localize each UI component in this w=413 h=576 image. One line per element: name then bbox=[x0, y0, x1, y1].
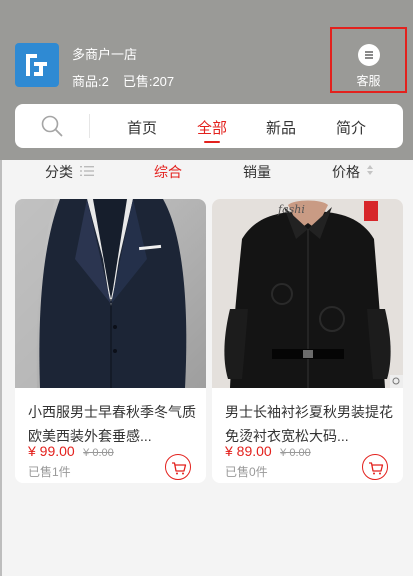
sold-count: 已售:207 bbox=[122, 74, 175, 89]
tab-all[interactable]: 全部 bbox=[197, 117, 227, 138]
original-price: ¥ 0.00 bbox=[83, 447, 114, 459]
active-tab-indicator bbox=[204, 141, 220, 143]
sort-arrows-icon bbox=[367, 165, 373, 175]
add-to-cart-button[interactable] bbox=[362, 454, 388, 480]
original-price: ¥ 0.00 bbox=[280, 447, 311, 459]
chat-icon bbox=[357, 44, 380, 66]
product-price: ¥ 89.00 bbox=[225, 443, 272, 459]
customer-service-button[interactable]: 客服 bbox=[330, 27, 407, 93]
nav-divider bbox=[89, 114, 90, 138]
svg-text:fashi: fashi bbox=[277, 203, 305, 216]
product-title: 男士长袖衬衫夏秋男装提花免烫衬衣宽松大码... bbox=[225, 404, 393, 444]
filter-comprehensive[interactable]: 综合 bbox=[154, 162, 182, 182]
shop-stats: 商品:2 已售:207 bbox=[72, 71, 174, 90]
price-row: ¥ 89.00 ¥ 0.00 bbox=[225, 443, 311, 461]
list-view-icon[interactable] bbox=[80, 165, 94, 177]
shop-name: 多商户一店 bbox=[72, 47, 138, 62]
product-image-blazer bbox=[15, 199, 206, 388]
tab-intro[interactable]: 简介 bbox=[336, 117, 366, 138]
product-card[interactable]: 小西服男士早春秋季冬气质欧美西装外套垂感... ¥ 99.00 ¥ 0.00 已… bbox=[15, 199, 206, 483]
filter-category[interactable]: 分类 bbox=[45, 162, 73, 182]
tab-home[interactable]: 首页 bbox=[127, 117, 157, 138]
sold-count: 已售1件 bbox=[28, 465, 71, 479]
product-price: ¥ 99.00 bbox=[28, 443, 75, 459]
add-to-cart-button[interactable] bbox=[165, 454, 191, 480]
search-icon[interactable] bbox=[41, 115, 63, 137]
sold-count: 已售0件 bbox=[225, 465, 268, 479]
product-card[interactable]: fashi 男士长袖衬衫夏秋男装提花免烫衬衣宽松大码... ¥ 89.00 ¥ … bbox=[212, 199, 403, 483]
price-row: ¥ 99.00 ¥ 0.00 bbox=[28, 443, 114, 461]
cart-icon bbox=[369, 462, 384, 475]
shop-nav-bar: 首页 全部 新品 简介 bbox=[15, 104, 403, 148]
customer-service-label: 客服 bbox=[356, 74, 381, 88]
shop-logo bbox=[15, 43, 59, 87]
cart-icon bbox=[172, 462, 187, 475]
tab-new[interactable]: 新品 bbox=[266, 117, 296, 138]
goods-count: 商品:2 bbox=[72, 74, 109, 89]
filter-sales[interactable]: 销量 bbox=[243, 162, 271, 182]
filter-price[interactable]: 价格 bbox=[332, 162, 360, 182]
filter-bar: 分类 综合 销量 价格 bbox=[0, 152, 413, 188]
product-title: 小西服男士早春秋季冬气质欧美西装外套垂感... bbox=[28, 404, 196, 444]
product-image-shirt: fashi bbox=[212, 199, 403, 388]
